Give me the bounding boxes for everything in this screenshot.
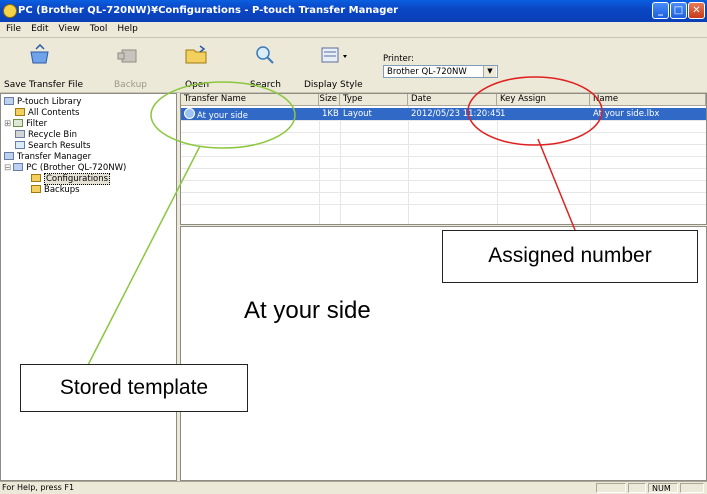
red-highlight-ellipse bbox=[467, 76, 603, 146]
red-pointer-line bbox=[537, 138, 576, 231]
green-pointer-line bbox=[86, 145, 201, 368]
callout-assigned-number: Assigned number bbox=[442, 230, 698, 283]
callout-stored-template: Stored template bbox=[20, 364, 248, 412]
green-highlight-ellipse bbox=[150, 81, 296, 149]
